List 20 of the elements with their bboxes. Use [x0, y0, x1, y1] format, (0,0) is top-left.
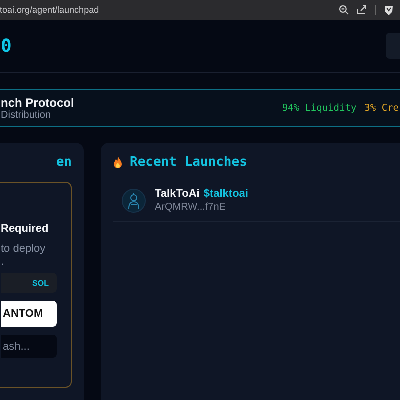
shield-icon[interactable]	[384, 4, 394, 16]
token-address: ArQMRW...f7nE	[155, 202, 227, 213]
card-heading: Required	[1, 223, 50, 235]
wallet-button[interactable]: ANTOM	[1, 301, 57, 327]
banner-title: nch Protocol	[1, 96, 74, 110]
panel-title: Recent Launches	[130, 155, 248, 170]
token-name: TalkToAi	[155, 188, 200, 200]
amount-text: SOL	[1, 273, 57, 293]
token-ticker: $talktoai	[204, 188, 248, 200]
stat-text: 3% Cre	[364, 102, 399, 114]
banner-subtitle: Distribution	[1, 110, 52, 120]
hash-input-field[interactable]: ash...	[1, 335, 57, 358]
card-text: to deploy .	[1, 243, 47, 269]
robot-avatar-icon	[122, 188, 146, 212]
flame-icon	[113, 156, 123, 169]
share-icon[interactable]	[357, 5, 367, 15]
logo-text: 0	[1, 36, 12, 56]
panel-title: en	[56, 155, 72, 170]
stat-text: 94% Liquidity	[282, 102, 357, 114]
zoom-icon[interactable]	[339, 5, 349, 15]
